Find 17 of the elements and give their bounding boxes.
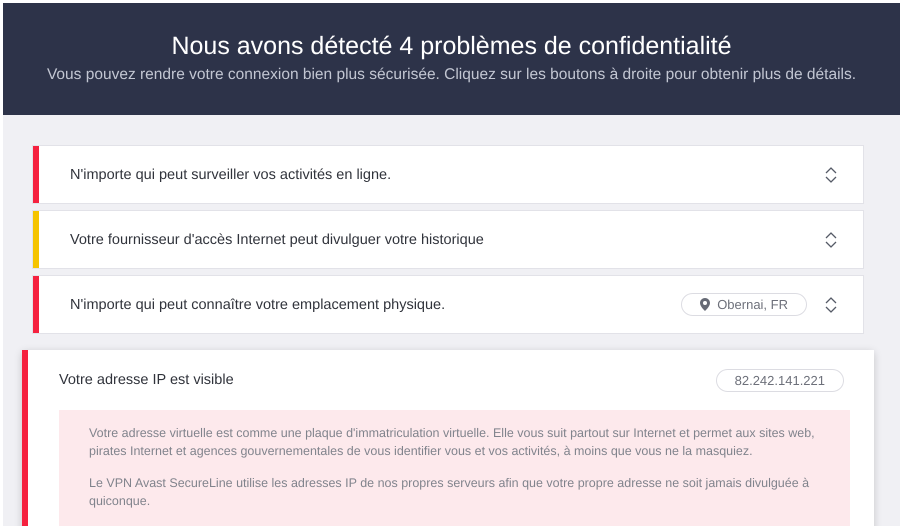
- ip-address-badge: 82.242.141.221: [716, 368, 844, 392]
- issue-title: N'importe qui peut surveiller vos activités en ligne.: [70, 166, 392, 182]
- page-subtitle: Vous pouvez rendre votre connexion bien plus sécurisée. Cliquez sur les boutons à droite pour obtenir plus de détails.: [46, 65, 856, 85]
- details-paragraph: Le VPN Avast SecureLine utilise les adresses IP de nos propres serveurs afin que votre propre adresse ne soit jamais divulguée à quiconque.: [89, 475, 810, 510]
- expand-chevron-icon[interactable]: [825, 296, 837, 314]
- details-paragraph: Votre adresse virtuelle est comme une plaque d'immatriculation virtuelle. Elle vous suit partout sur Internet et permet aux sites web, pirates Internet et agences gouvernementales de vous identifier vous et vos activités, à moins que vous ne la masquiez.: [89, 425, 816, 460]
- issue-card[interactable]: Votre fournisseur d'accès Internet peut divulguer votre historique: [32, 210, 864, 269]
- page-title: Nous avons détecté 4 problèmes de confidentialité: [171, 31, 732, 61]
- location-text: Obernai, FR: [717, 297, 788, 312]
- issue-card[interactable]: N'importe qui peut surveiller vos activités en ligne.: [32, 145, 864, 204]
- expand-chevron-icon[interactable]: [825, 230, 837, 248]
- issue-card[interactable]: N'importe qui peut connaître votre emplacement physique. Obernai, FR: [32, 275, 864, 334]
- location-pin-icon: [700, 298, 710, 311]
- issue-title: Votre adresse IP est visible: [59, 372, 235, 388]
- issue-title: Votre fournisseur d'accès Internet peut divulguer votre historique: [70, 232, 485, 248]
- expand-chevron-icon[interactable]: [825, 166, 837, 184]
- issue-title: N'importe qui peut connaître votre emplacement physique.: [70, 296, 446, 312]
